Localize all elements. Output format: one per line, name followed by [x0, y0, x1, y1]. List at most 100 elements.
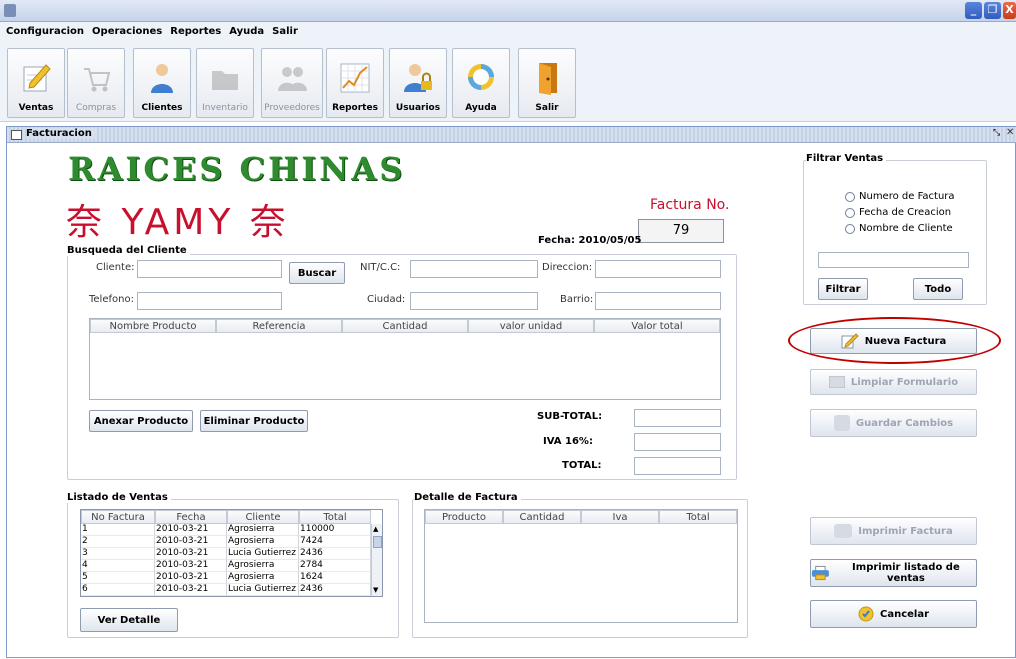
menu-operaciones[interactable]: Operaciones	[92, 26, 162, 37]
table-row[interactable]: 2 2010-03-21 Agrosierra 7424	[81, 536, 382, 548]
radio-numero-factura[interactable]: Numero de Factura	[845, 191, 955, 202]
telefono-input[interactable]	[137, 292, 282, 310]
user-lock-icon	[404, 64, 432, 92]
direccion-input[interactable]	[595, 260, 721, 278]
menu-reportes[interactable]: Reportes	[170, 26, 221, 37]
minimize-button[interactable]: _	[965, 2, 982, 19]
product-col-referencia[interactable]: Referencia	[216, 319, 342, 333]
toolbar-ventas-button[interactable]: Ventas	[7, 48, 65, 118]
nit-label: NIT/C.C:	[360, 262, 401, 273]
ventas-cell-no: 4	[81, 560, 155, 572]
barrio-input[interactable]	[595, 292, 721, 310]
cliente-input[interactable]	[137, 260, 282, 278]
filtrar-button[interactable]: Filtrar	[818, 278, 868, 300]
table-row[interactable]: 3 2010-03-21 Lucia Gutierrez 2436	[81, 548, 382, 560]
table-row[interactable]: 4 2010-03-21 Agrosierra 2784	[81, 560, 382, 572]
ventas-cell-cliente: Agrosierra	[227, 560, 299, 572]
subtotal-input[interactable]	[634, 409, 721, 427]
imprimir-listado-button[interactable]: Imprimir listado de ventas	[810, 559, 977, 587]
toolbar-proveedores-button[interactable]: Proveedores	[261, 48, 323, 118]
frame-close-icon[interactable]: ✕	[1006, 127, 1014, 138]
ventas-scrollbar[interactable]: ▲ ▼	[371, 524, 382, 596]
detalle-table[interactable]: Producto Cantidad Iva Total	[424, 509, 738, 623]
radio-fecha-creacion-circle[interactable]	[845, 207, 855, 218]
product-col-valor-total[interactable]: Valor total	[594, 319, 720, 333]
facturacion-frame-titlebar[interactable]: Facturacion ⤡ ✕	[7, 127, 1016, 143]
fecha-label: Fecha: 2010/05/05	[538, 235, 642, 246]
anexar-producto-button[interactable]: Anexar Producto	[89, 410, 193, 432]
product-col-cantidad[interactable]: Cantidad	[342, 319, 468, 333]
maximize-button[interactable]: ❐	[984, 2, 1001, 19]
nit-input[interactable]	[410, 260, 538, 278]
eraser-icon	[828, 376, 845, 388]
toolbar-reportes-button[interactable]: Reportes	[326, 48, 384, 118]
detalle-col-total[interactable]: Total	[659, 510, 737, 524]
ventas-col-total[interactable]: Total	[299, 510, 371, 524]
ventas-col-cliente[interactable]: Cliente	[227, 510, 299, 524]
radio-numero-factura-circle[interactable]	[845, 191, 855, 202]
frame-icon	[11, 130, 22, 140]
radio-fecha-creacion[interactable]: Fecha de Creacion	[845, 207, 951, 218]
table-row[interactable]: 6 2010-03-21 Lucia Gutierrez 2436	[81, 584, 382, 596]
cancelar-button[interactable]: Cancelar	[810, 600, 977, 628]
detalle-col-cantidad[interactable]: Cantidad	[503, 510, 581, 524]
toolbar-inventario-button[interactable]: Inventario	[196, 48, 254, 118]
radio-nombre-cliente[interactable]: Nombre de Cliente	[845, 223, 953, 234]
ventas-cell-no: 2	[81, 536, 155, 548]
todo-button-label: Todo	[924, 283, 952, 295]
frame-restore-icon[interactable]: ⤡	[993, 128, 1000, 138]
toolbar-ventas-label: Ventas	[18, 103, 54, 113]
detalle-col-producto[interactable]: Producto	[425, 510, 503, 524]
toolbar-salir-button[interactable]: Salir	[518, 48, 576, 118]
imprimir-factura-button[interactable]: Imprimir Factura	[810, 517, 977, 545]
guardar-cambios-button[interactable]: Guardar Cambios	[810, 409, 977, 437]
menu-ayuda[interactable]: Ayuda	[229, 26, 264, 37]
product-table[interactable]: Nombre Producto Referencia Cantidad valo…	[89, 318, 721, 400]
product-col-nombre[interactable]: Nombre Producto	[90, 319, 216, 333]
toolbar-clientes-button[interactable]: Clientes	[133, 48, 191, 118]
ventas-col-no-factura[interactable]: No Factura	[81, 510, 155, 524]
toolbar-compras-label: Compras	[75, 103, 117, 113]
ventas-table[interactable]: No Factura Fecha Cliente Total 1 2010-03…	[80, 509, 383, 597]
ventas-cell-cliente: Agrosierra	[227, 524, 299, 536]
menu-configuracion[interactable]: Configuracion	[6, 26, 84, 37]
total-input[interactable]	[634, 457, 721, 475]
printer-icon	[811, 565, 829, 581]
ciudad-input[interactable]	[410, 292, 538, 310]
guardar-cambios-label: Guardar Cambios	[855, 417, 954, 429]
detalle-col-iva[interactable]: Iva	[581, 510, 659, 524]
table-row[interactable]: 5 2010-03-21 Agrosierra 1624	[81, 572, 382, 584]
menu-salir[interactable]: Salir	[272, 26, 298, 37]
product-col-valor-unidad[interactable]: valor unidad	[468, 319, 594, 333]
nueva-factura-highlight-ellipse	[788, 317, 1001, 364]
radio-nombre-cliente-circle[interactable]	[845, 223, 855, 234]
ventas-cell-cliente: Lucia Gutierrez	[227, 548, 299, 560]
toolbar-proveedores-label: Proveedores	[264, 103, 320, 113]
iva-input[interactable]	[634, 433, 721, 451]
direccion-label: Direccion:	[542, 262, 593, 273]
toolbar-usuarios-label: Usuarios	[395, 103, 441, 113]
limpiar-formulario-button[interactable]: Limpiar Formulario	[810, 369, 977, 395]
toolbar-compras-button[interactable]: Compras	[67, 48, 125, 118]
ver-detalle-button[interactable]: Ver Detalle	[80, 608, 178, 632]
scroll-up-arrow-icon[interactable]: ▲	[373, 525, 378, 533]
window-titlebar: _ ❐ X	[0, 0, 1016, 22]
scroll-thumb[interactable]	[373, 536, 382, 548]
toolbar-usuarios-button[interactable]: Usuarios	[389, 48, 447, 118]
ventas-col-fecha[interactable]: Fecha	[155, 510, 227, 524]
factura-label: Factura No.	[650, 197, 730, 213]
ventas-cell-total: 1624	[299, 572, 371, 584]
close-button[interactable]: X	[1003, 2, 1016, 19]
buscar-button[interactable]: Buscar	[289, 262, 345, 284]
listado-panel-title: Listado de Ventas	[67, 492, 171, 503]
eliminar-producto-button[interactable]: Eliminar Producto	[200, 410, 308, 432]
todo-button[interactable]: Todo	[913, 278, 963, 300]
table-row[interactable]: 1 2010-03-21 Agrosierra 110000	[81, 524, 382, 536]
anexar-producto-label: Anexar Producto	[93, 415, 189, 427]
frame-title: Facturacion	[26, 128, 95, 139]
filtrar-panel-title: Filtrar Ventas	[806, 153, 887, 164]
toolbar-ayuda-button[interactable]: Ayuda	[452, 48, 510, 118]
filtrar-input[interactable]	[818, 252, 969, 268]
barrio-label: Barrio:	[560, 294, 594, 305]
scroll-down-arrow-icon[interactable]: ▼	[373, 586, 378, 594]
